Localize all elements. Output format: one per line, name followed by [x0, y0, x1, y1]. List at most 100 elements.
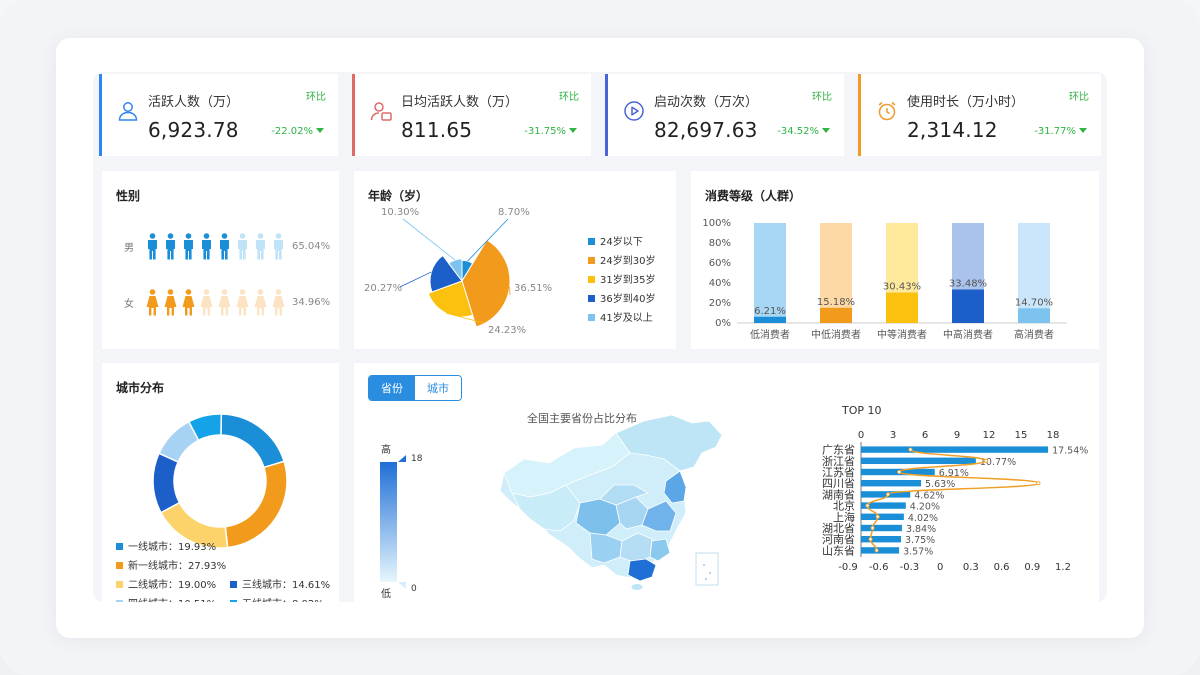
age-label-line [402, 218, 456, 261]
age-legend-item[interactable]: 36岁到40岁 [588, 290, 655, 305]
top10-bar[interactable] [861, 524, 902, 532]
kpi-value: 811.65 [401, 118, 473, 142]
age-legend-item[interactable]: 24岁到30岁 [588, 252, 655, 267]
city-donut-slice[interactable] [220, 413, 285, 469]
female-figure-icon [182, 289, 195, 316]
scale-min-label: 0 [411, 584, 417, 594]
city-legend-item[interactable]: 新一线城市：27.93% [116, 557, 226, 572]
gender-panel: 性别 男 65.04% 女 34.96% [102, 171, 339, 349]
top10-bar[interactable] [861, 536, 901, 543]
play-circle-icon [624, 101, 644, 121]
line-point[interactable] [897, 470, 902, 475]
scale-handle-top[interactable] [398, 455, 406, 462]
panel-title: 性别 [116, 189, 141, 203]
city-legend-item[interactable]: 一线城市：19.93% [116, 538, 216, 553]
bar-data-label: 30.43% [883, 282, 921, 293]
consumption-bar-chart: 100% 80% 60% 40% 20% 0% 6.21% 低消费者 15.18% 中低消费者 30… [702, 218, 1067, 341]
bar-value[interactable] [886, 292, 918, 323]
male-figure-icon [184, 233, 193, 260]
kpi-card-active-users[interactable]: 活跃人数（万） 6,923.78 环比 -22.02% [99, 74, 338, 156]
china-map[interactable] [499, 414, 723, 591]
line-point[interactable] [870, 525, 875, 530]
y-tick-label: 0% [715, 318, 731, 329]
kpi-change: -31.75% [524, 126, 577, 137]
top10-bar[interactable] [861, 547, 900, 554]
line-point[interactable] [874, 548, 879, 553]
legend-swatch [116, 543, 123, 550]
y-tick-label: 60% [709, 258, 731, 269]
line-point[interactable] [865, 503, 870, 508]
gender-row-female: 女 34.96% [124, 289, 330, 316]
bar-value[interactable] [754, 316, 786, 323]
city-donut-slice[interactable] [152, 452, 181, 514]
male-figure-icon [238, 233, 247, 260]
legend-label: 三线城市：14.61% [242, 580, 331, 591]
x-bottom-tick-label: 0 [937, 562, 943, 573]
gender-label: 男 [124, 243, 134, 254]
male-figure-icon [202, 233, 211, 260]
line-point[interactable] [984, 458, 989, 463]
bar-data-label: 14.70% [1015, 297, 1053, 308]
top10-bar[interactable] [861, 446, 1049, 453]
kpi-card-usage-time[interactable]: 使用时长（万小时） 2,314.12 环比 -31.77% [858, 74, 1101, 156]
scale-high-label: 高 [381, 443, 391, 456]
top10-bar[interactable] [861, 480, 922, 487]
female-figure-icon [218, 289, 231, 316]
top10-bar[interactable] [861, 457, 976, 464]
kpi-change-value: -31.77% [1034, 126, 1076, 137]
down-triangle-icon [316, 128, 324, 133]
x-bottom-tick-label: 0.3 [963, 562, 979, 573]
city-legend-item[interactable]: 四线城市：10.51% [116, 595, 216, 602]
dashboard-board: 活跃人数（万） 6,923.78 环比 -22.02% 日均活跃人数（万） 81… [93, 72, 1107, 602]
x-bottom-tick-label: 1.2 [1055, 562, 1071, 573]
bar-value[interactable] [952, 289, 984, 323]
x-top-tick-label: 0 [858, 430, 864, 441]
x-top-tick-label: 18 [1047, 430, 1060, 441]
age-data-label: 36.51% [514, 283, 552, 294]
kpi-change: -31.77% [1034, 126, 1087, 137]
legend-swatch [230, 581, 237, 588]
top10-bar[interactable] [861, 513, 904, 520]
city-donut-slice[interactable] [224, 460, 288, 549]
line-point[interactable] [908, 447, 913, 452]
line-point[interactable] [885, 492, 890, 497]
kpi-card-launches[interactable]: 启动次数（万次） 82,697.63 环比 -34.52% [605, 74, 844, 156]
age-legend-item[interactable]: 31岁到35岁 [588, 271, 655, 286]
bar-value[interactable] [820, 307, 852, 323]
top10-data-label: 3.75% [905, 535, 935, 546]
age-label-line [399, 271, 432, 288]
city-legend-item[interactable]: 五线城市：8.02% [230, 595, 324, 602]
age-legend-item[interactable]: 41岁及以上 [588, 309, 653, 324]
line-point[interactable] [868, 537, 873, 542]
top10-title: TOP 10 [841, 404, 882, 417]
legend-swatch [230, 600, 237, 602]
top10-data-label: 3.84% [906, 524, 936, 535]
top10-data-label: 4.02% [908, 513, 938, 524]
legend-swatch [588, 257, 595, 264]
male-figure-icon [220, 233, 229, 260]
down-triangle-icon [569, 128, 577, 133]
city-legend-item[interactable]: 二线城市：19.00% [116, 576, 216, 591]
line-point[interactable] [1036, 481, 1041, 486]
scale-handle-bottom[interactable] [398, 582, 406, 589]
x-bottom-tick-label: 0.6 [994, 562, 1010, 573]
x-tick-label: 中高消费者 [943, 328, 993, 341]
legend-label: 四线城市：10.51% [128, 599, 216, 602]
top10-data-label: 17.54% [1052, 446, 1088, 457]
down-triangle-icon [1079, 128, 1087, 133]
city-legend-item[interactable]: 三线城市：14.61% [230, 576, 330, 591]
scale-low-label: 低 [381, 587, 391, 600]
female-figure-icon [164, 289, 177, 316]
line-point[interactable] [875, 514, 880, 519]
legend-label: 新一线城市：27.93% [128, 561, 227, 572]
bar-value[interactable] [1018, 308, 1050, 323]
kpi-change: -22.02% [271, 126, 324, 137]
consumption-panel: 消费等级（人群） 100% 80% 60% 40% 20% 0% 6.21% 低消费者 15.1… [691, 171, 1099, 349]
age-legend-item[interactable]: 24岁以下 [588, 233, 643, 248]
male-figures [146, 233, 285, 260]
top10-data-label: 3.57% [903, 546, 933, 557]
visual-scale-bar[interactable] [380, 462, 397, 582]
kpi-card-daily-active[interactable]: 日均活跃人数（万） 811.65 环比 -31.75% [352, 74, 591, 156]
y-tick-label: 40% [709, 278, 731, 289]
x-top-tick-label: 12 [983, 430, 996, 441]
